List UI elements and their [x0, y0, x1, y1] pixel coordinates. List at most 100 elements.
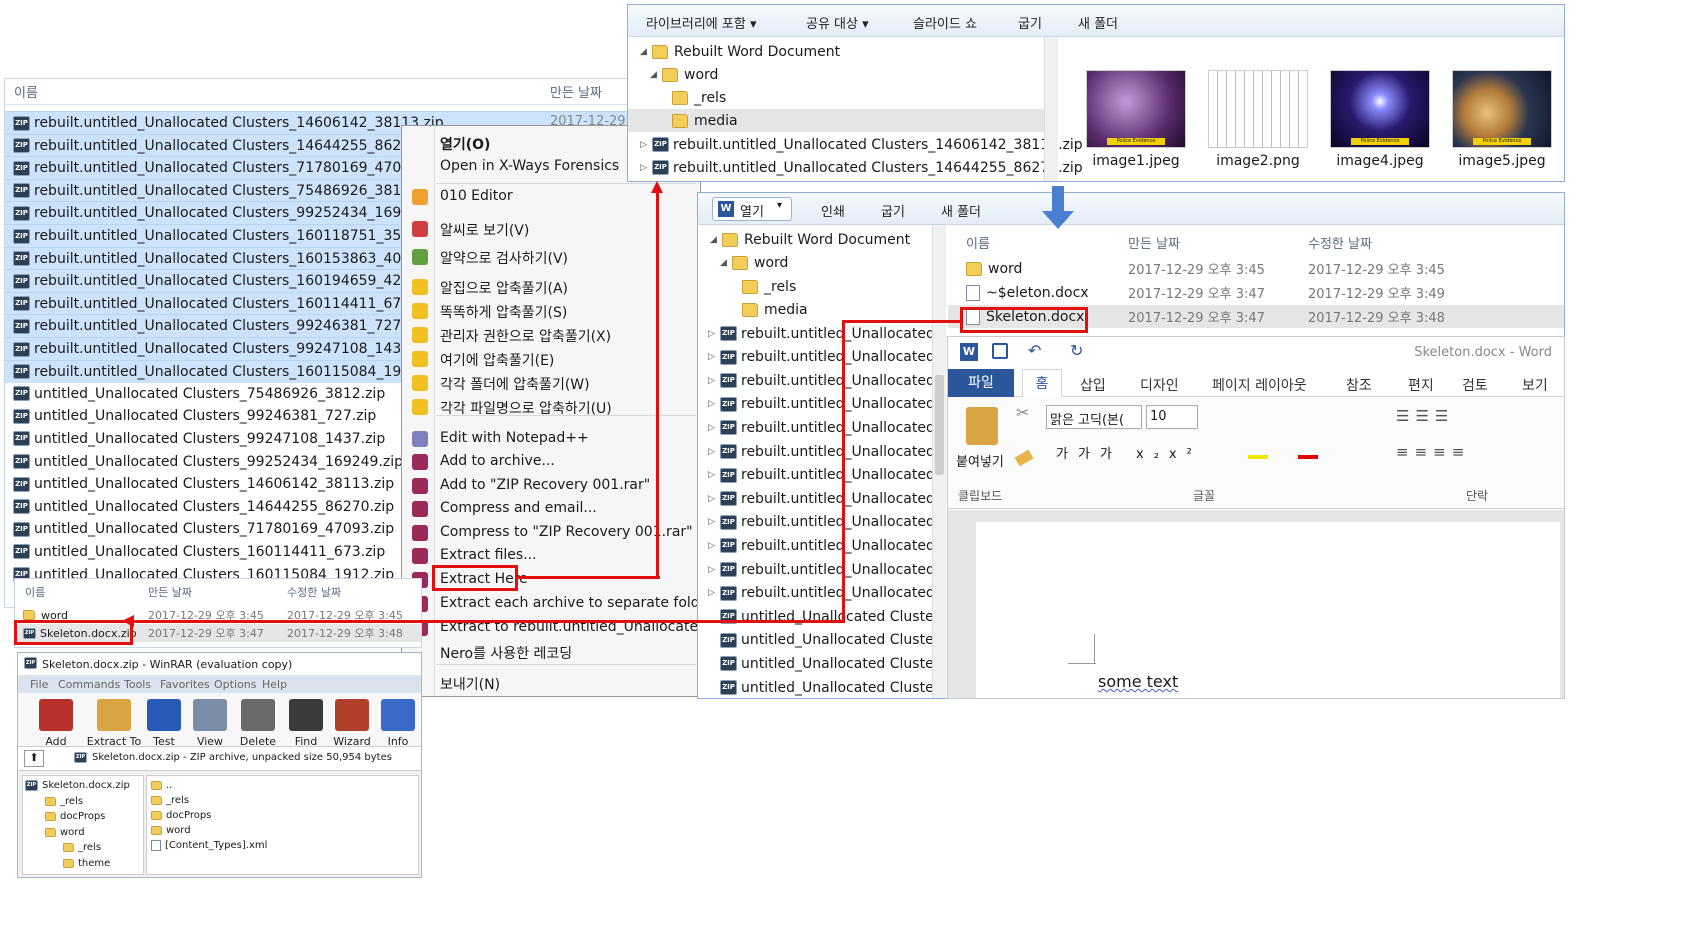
tab-design[interactable]: 디자인 [1140, 375, 1179, 395]
mid-file-row[interactable]: ~$eleton.docx 2017-12-29 오후 3:47 2017-12-2… [948, 281, 1564, 304]
tab-layout[interactable]: 페이지 레이아웃 [1212, 375, 1307, 395]
rar-tree-item[interactable]: theme [23, 856, 143, 871]
rar-tree-item[interactable]: ZIP Skeleton.docx.zip [23, 778, 143, 793]
image5-thumb[interactable]: Police Evidence [1452, 70, 1552, 148]
toolbar-slideshow[interactable]: 슬라이드 쇼 [913, 13, 977, 32]
toolbar-new-folder[interactable]: 새 폴더 [941, 201, 981, 220]
toolbar-burn[interactable]: 굽기 [1018, 13, 1042, 32]
mid-tree-zip[interactable]: ▷ ZIP rebuilt.untitled_Unallocated Cl [698, 322, 932, 345]
rar-file-item[interactable]: [Content_Types].xml [147, 838, 418, 853]
tree-media[interactable]: media [628, 109, 1044, 132]
col-modified-header[interactable]: 수정한 날짜 [1308, 233, 1372, 252]
rar-menu-tools[interactable]: Tools [124, 678, 151, 691]
image1-thumb[interactable]: Police Evidence [1086, 70, 1186, 148]
rar-tree-item[interactable]: docProps [23, 809, 143, 824]
col-modified-header[interactable]: 수정한 날짜 [287, 584, 341, 600]
rar-menu-favorites[interactable]: Favorites [160, 678, 210, 691]
image4-thumb[interactable]: Police Evidence [1330, 70, 1430, 148]
menu-admin-extract[interactable]: 관리자 권한으로 압축풀기(X) [440, 326, 611, 346]
rar-menu-help[interactable]: Help [262, 678, 287, 691]
menu-send-to[interactable]: 보내기(N) [440, 674, 500, 694]
menu-open-xways[interactable]: Open in X-Ways Forensics [440, 158, 619, 174]
list-icons[interactable]: ☰☰☰ [1396, 407, 1454, 425]
mid-tree-zip[interactable]: ▷ ZIP rebuilt.untitled_Unallocated Cl [698, 534, 932, 557]
mid-tree-item[interactable]: media [698, 299, 932, 322]
mid-tree-item[interactable]: _rels [698, 275, 932, 298]
open-button[interactable]: W 열기 ▾ [712, 197, 792, 221]
mid-tree-zip[interactable]: ▷ ZIP rebuilt.untitled_Unallocated Cl [698, 487, 932, 510]
font-name-input[interactable]: 맑은 고딕(본( [1046, 405, 1142, 429]
menu-compress-each[interactable]: 각각 파일명으로 압축하기(U) [440, 398, 612, 418]
body-text[interactable]: some text [1098, 672, 1178, 691]
mid-tree-zip[interactable]: ZIPuntitled_Unallocated Clusters_ [698, 605, 932, 628]
rar-add-button[interactable]: Add [34, 699, 78, 748]
rar-menu-file[interactable]: File [30, 678, 48, 691]
rar-delete-button[interactable]: Delete [236, 699, 280, 748]
toolbar-new-folder[interactable]: 새 폴더 [1078, 13, 1118, 32]
menu-extract-here-kr[interactable]: 여기에 압축풀기(E) [440, 350, 554, 370]
tree-rebuilt-word[interactable]: ◢ Rebuilt Word Document [628, 40, 1058, 63]
menu-add-archive[interactable]: Add to archive... [440, 453, 555, 469]
tab-review[interactable]: 검토 [1462, 375, 1488, 395]
rar-find-button[interactable]: Find [284, 699, 328, 748]
tree-zip-1[interactable]: ▷ ZIP rebuilt.untitled_Unallocated Cluster… [628, 133, 1083, 156]
mid-tree-zip[interactable]: ▷ ZIP rebuilt.untitled_Unallocated Cl [698, 440, 932, 463]
chevron-down-icon[interactable]: ▾ [777, 200, 782, 211]
mid-tree-zip[interactable]: ▷ ZIP rebuilt.untitled_Unallocated Cl [698, 558, 932, 581]
col-created-header[interactable]: 만든 날짜 [148, 584, 192, 600]
format-painter-icon[interactable] [1014, 449, 1034, 467]
mid-tree-zip[interactable]: ZIPuntitled_Unallocated Clusters_ [698, 629, 932, 652]
tree-word[interactable]: ◢ word [628, 63, 1058, 86]
rar-file-item[interactable]: word [147, 823, 418, 838]
toolbar-print[interactable]: 인쇄 [821, 201, 845, 220]
tree-scrollbar[interactable] [932, 225, 946, 698]
col-date-header[interactable]: 만든 날짜 [550, 82, 602, 101]
col-name-header[interactable]: 이름 [966, 233, 990, 252]
mid-tree-zip[interactable]: ▷ ZIP rebuilt.untitled_Unallocated Cl [698, 393, 932, 416]
rar-file-item[interactable]: _rels [147, 793, 418, 808]
tab-references[interactable]: 참조 [1346, 375, 1372, 395]
menu-add-rar[interactable]: Add to "ZIP Recovery 001.rar" [440, 477, 650, 493]
paste-label[interactable]: 붙여넣기 [956, 451, 1004, 470]
font-format-buttons[interactable]: 가가가 x₂x² [1056, 443, 1202, 462]
menu-alsee[interactable]: 알씨로 보기(V) [440, 220, 529, 240]
tree-zip-2[interactable]: ▷ ZIP rebuilt.untitled_Unallocated Cluster… [628, 156, 1083, 179]
mid-tree-zip[interactable]: ▷ ZIP rebuilt.untitled_Unallocated Cl [698, 416, 932, 439]
rar-menu-commands[interactable]: Commands [58, 678, 120, 691]
menu-alzip-extract[interactable]: 알집으로 압축풀기(A) [440, 278, 568, 298]
mid-file-row[interactable]: word 2017-12-29 오후 3:45 2017-12-29 오후 3:45 [948, 257, 1564, 280]
tab-home[interactable]: 홈 [1022, 369, 1062, 398]
tab-view[interactable]: 보기 [1522, 375, 1548, 395]
col-name-header[interactable]: 이름 [14, 82, 38, 101]
rar-info-button[interactable]: Info [376, 699, 420, 748]
rar-tree-item[interactable]: _rels [23, 840, 143, 855]
mid-tree-zip[interactable]: ZIPuntitled_Unallocated Clusters_ [698, 652, 932, 675]
rar-tree-item[interactable]: _rels [23, 794, 143, 809]
menu-open[interactable]: 열기(O) [440, 134, 490, 154]
tab-mailings[interactable]: 편지 [1408, 375, 1434, 395]
mid-tree-zip[interactable]: ZIPuntitled_Unallocated Clusters_ [698, 676, 932, 698]
highlight-icon[interactable] [1248, 443, 1268, 459]
tree-scrollbar[interactable] [1044, 37, 1058, 181]
undo-icon[interactable]: ↶ [1028, 341, 1041, 360]
menu-compress-email[interactable]: Compress and email... [440, 500, 597, 516]
redo-icon[interactable]: ↻ [1070, 341, 1083, 360]
font-size-input[interactable]: 10 [1146, 405, 1198, 429]
rar-view-button[interactable]: View [188, 699, 232, 748]
rar-extract-to-button[interactable]: Extract To [84, 699, 144, 748]
mid-tree-zip[interactable]: ▷ ZIP rebuilt.untitled_Unallocated Cl [698, 511, 932, 534]
rar-wizard-button[interactable]: Wizard [330, 699, 374, 748]
tab-file[interactable]: 파일 [948, 369, 1014, 397]
mid-tree-zip[interactable]: ▷ ZIP rebuilt.untitled_Unallocated Cl [698, 582, 932, 605]
menu-smart-extract[interactable]: 똑똑하게 압축풀기(S) [440, 302, 567, 322]
menu-extract-each-folder[interactable]: 각각 폴더에 압축풀기(W) [440, 374, 590, 394]
save-icon[interactable] [992, 343, 1008, 359]
rar-menu-options[interactable]: Options [214, 678, 256, 691]
toolbar-share-with[interactable]: 공유 대상 ▾ [806, 13, 869, 32]
up-folder-icon[interactable]: ⬆ [24, 750, 44, 767]
menu-nero[interactable]: Nero를 사용한 레코딩 [440, 643, 572, 663]
rar-file-item[interactable]: docProps [147, 808, 418, 823]
image2-thumb[interactable] [1208, 70, 1308, 148]
col-name-header[interactable]: 이름 [25, 584, 45, 600]
rar-file-item[interactable]: .. [147, 778, 418, 793]
